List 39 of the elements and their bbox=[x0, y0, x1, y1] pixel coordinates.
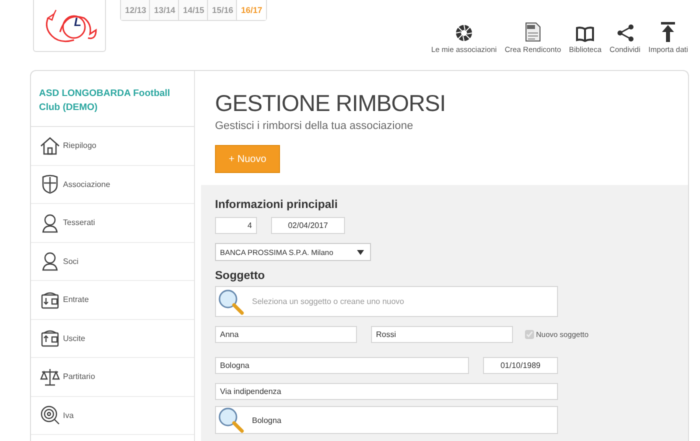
address-field[interactable]: Via indipendenza bbox=[215, 383, 558, 400]
search-icon bbox=[218, 288, 244, 314]
sidebar-item[interactable]: Uscite bbox=[31, 320, 194, 358]
birth-date-field[interactable]: 01/10/1989 bbox=[483, 357, 558, 374]
wallet-icon bbox=[40, 328, 60, 348]
shield-icon bbox=[40, 174, 60, 194]
wallet-icon bbox=[40, 290, 60, 310]
sidebar-item[interactable]: Associazione bbox=[31, 166, 194, 204]
number-field[interactable]: 4 bbox=[215, 217, 257, 234]
sidebar-item[interactable]: Riepilogo bbox=[31, 127, 194, 166]
sidebar-item[interactable]: Partitario bbox=[31, 358, 194, 396]
share-icon bbox=[616, 24, 634, 42]
logo-letter: L bbox=[74, 15, 82, 29]
sidebar-item[interactable]: Soci bbox=[31, 242, 194, 281]
upload-icon bbox=[661, 22, 676, 42]
aperture-icon bbox=[454, 24, 473, 42]
document-icon bbox=[524, 22, 541, 42]
sidebar-item[interactable]: Tesserati bbox=[31, 204, 194, 242]
first-name-field[interactable]: Anna bbox=[215, 326, 357, 343]
club-name: ASD LONGOBARDA Football Club (DEMO) bbox=[31, 71, 194, 127]
target-icon bbox=[40, 405, 60, 426]
page-title: GESTIONE RIMBORSI bbox=[215, 89, 446, 117]
place-search-field[interactable]: Bologna bbox=[215, 406, 558, 434]
section-heading: Informazioni principali bbox=[215, 199, 339, 211]
page-subtitle: Gestisci i rimborsi della tua associazione bbox=[215, 120, 414, 132]
city-field[interactable]: Bologna bbox=[215, 357, 469, 374]
person-icon bbox=[40, 212, 60, 233]
book-icon bbox=[576, 26, 594, 42]
search-icon bbox=[218, 407, 244, 433]
caret-icon bbox=[357, 250, 364, 254]
sidebar-item[interactable]: Iva bbox=[31, 396, 194, 435]
person-icon bbox=[40, 251, 60, 272]
house-icon bbox=[40, 136, 60, 156]
scale-icon bbox=[40, 366, 60, 387]
section-heading: Soggetto bbox=[215, 270, 266, 282]
club-logo[interactable]: L bbox=[33, 0, 106, 52]
date-field[interactable]: 02/04/2017 bbox=[271, 217, 345, 234]
last-name-field[interactable]: Rossi bbox=[371, 326, 513, 343]
sidebar-item[interactable]: Entrate bbox=[31, 281, 194, 320]
